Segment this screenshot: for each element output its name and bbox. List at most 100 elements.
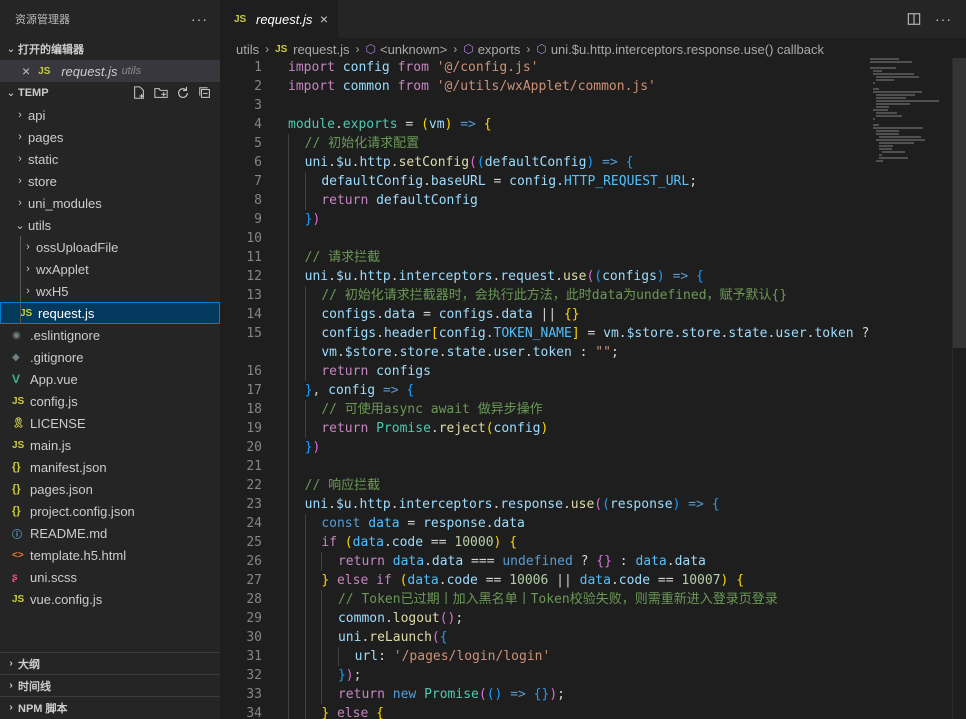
tree-item[interactable]: › uni_modules <box>0 192 220 214</box>
more-actions-icon[interactable]: ··· <box>935 11 952 27</box>
code-line: 9 }) <box>220 210 870 229</box>
scrollbar-thumb[interactable] <box>953 58 966 348</box>
code-content: uni.$u.http.interceptors.request.use((co… <box>288 267 704 286</box>
breadcrumb-file[interactable]: request.js <box>293 42 349 57</box>
tree-item[interactable]: JS vue.config.js <box>0 588 220 610</box>
code-content: }, config => { <box>288 381 414 400</box>
minimap-line <box>876 94 915 96</box>
tree-item[interactable]: {} project.config.json <box>0 500 220 522</box>
code-line: 11 // 请求拦截 <box>220 248 870 267</box>
chevron-right-icon: › <box>18 153 22 165</box>
split-editor-icon[interactable] <box>907 12 921 26</box>
js-file-icon: JS <box>12 395 25 407</box>
git-file-icon: ◆ <box>12 351 20 363</box>
tree-item[interactable]: › store <box>0 170 220 192</box>
open-editors-section[interactable]: ⌄ 打开的编辑器 <box>0 38 220 60</box>
module-cube-icon: ⬡ <box>536 42 547 56</box>
code-line: 13 // 初始化请求拦截器时，会执行此方法，此时data为undefined，… <box>220 286 870 305</box>
tree-item[interactable]: › wxH5 <box>0 280 220 302</box>
chevron-right-icon: › <box>9 658 13 669</box>
minimap-line <box>879 145 894 147</box>
outline-label: 大纲 <box>18 658 40 671</box>
line-number: 10 <box>246 231 262 246</box>
tree-item[interactable]: ◆ .gitignore <box>0 346 220 368</box>
code-line: 18 // 可使用async await 做异步操作 <box>220 400 870 419</box>
close-icon[interactable]: × <box>320 11 328 27</box>
code-line: 24 const data = response.data <box>220 514 870 533</box>
line-number: 34 <box>246 706 262 719</box>
json-file-icon: {} <box>12 483 21 495</box>
code-content: const data = response.data <box>288 514 525 533</box>
code-line: 29 common.logout(); <box>220 609 870 628</box>
code-content: }) <box>288 210 320 229</box>
tree-item[interactable]: {} manifest.json <box>0 456 220 478</box>
npm-scripts-section[interactable]: › NPM 脚本 <box>0 696 220 718</box>
chevron-right-icon: › <box>26 263 30 275</box>
line-number: 11 <box>246 250 262 265</box>
tree-item[interactable]: {} pages.json <box>0 478 220 500</box>
indent-guide <box>20 302 21 324</box>
tree-item[interactable]: › api <box>0 104 220 126</box>
tab-request-js[interactable]: JS request.js × <box>220 0 338 38</box>
explorer-header: 资源管理器 ··· <box>0 0 220 38</box>
tree-item[interactable]: 🎗 LICENSE <box>0 412 220 434</box>
line-number: 18 <box>246 402 262 417</box>
license-file-icon: 🎗 <box>12 417 25 429</box>
code-content: } else { <box>288 704 384 719</box>
timeline-section[interactable]: › 时间线 <box>0 674 220 696</box>
code-editor[interactable]: 1 import config from '@/config.js' 2 import… <box>220 58 966 719</box>
chevron-down-icon: ⌄ <box>15 219 25 232</box>
breadcrumb-symbol-exports[interactable]: exports <box>478 42 521 57</box>
code-line: 2 import common from '@/utils/wxApplet/co… <box>220 77 870 96</box>
tree-item[interactable]: › pages <box>0 126 220 148</box>
tree-item-label: .gitignore <box>30 349 84 365</box>
line-number: 7 <box>254 174 262 189</box>
new-folder-icon[interactable] <box>154 86 168 100</box>
line-number: 31 <box>246 649 262 664</box>
refresh-icon[interactable] <box>176 86 190 100</box>
json-file-icon: {} <box>12 505 21 517</box>
tree-item[interactable]: › wxApplet <box>0 258 220 280</box>
tab-bar: JS request.js × ··· <box>220 0 966 38</box>
tree-item[interactable]: <> template.h5.html <box>0 544 220 566</box>
code-content: return Promise.reject(config) <box>288 419 548 438</box>
minimap-line <box>879 136 922 138</box>
chevron-right-icon: › <box>265 42 270 56</box>
tree-item[interactable]: JS request.js <box>0 302 220 324</box>
tree-item[interactable]: ◉ .eslintignore <box>0 324 220 346</box>
breadcrumb-symbol-unknown[interactable]: <unknown> <box>380 42 447 57</box>
code-content: // 可使用async await 做异步操作 <box>288 400 543 419</box>
tree-item[interactable]: V App.vue <box>0 368 220 390</box>
chevron-down-icon: ⌄ <box>6 87 16 99</box>
collapse-all-icon[interactable] <box>198 86 212 100</box>
code-line: 1 import config from '@/config.js' <box>220 58 870 77</box>
tree-item[interactable]: ⌄ utils <box>0 214 220 236</box>
line-number: 12 <box>246 269 262 284</box>
tree-item[interactable]: JS main.js <box>0 434 220 456</box>
breadcrumb-folder[interactable]: utils <box>236 42 259 57</box>
code-content: // 请求拦截 <box>288 248 380 267</box>
tree-item-label: README.md <box>30 525 108 541</box>
indent-guide <box>20 280 21 302</box>
code-content: uni.reLaunch({ <box>288 628 448 647</box>
open-editor-dir: utils <box>121 65 142 77</box>
chevron-right-icon: › <box>18 175 22 187</box>
close-icon[interactable]: × <box>22 63 30 79</box>
minimap[interactable] <box>870 58 950 168</box>
tree-item[interactable]: › static <box>0 148 220 170</box>
vertical-scrollbar[interactable] <box>952 58 966 719</box>
tree-item[interactable]: ʂ uni.scss <box>0 566 220 588</box>
open-editor-item[interactable]: × JS request.js utils <box>0 60 220 82</box>
breadcrumb-symbol-callback[interactable]: uni.$u.http.interceptors.response.use() … <box>551 42 824 57</box>
minimap-line <box>876 97 906 99</box>
open-editors-label: 打开的编辑器 <box>18 44 84 56</box>
minimap-line <box>879 142 915 144</box>
tree-item[interactable]: JS config.js <box>0 390 220 412</box>
new-file-icon[interactable] <box>132 86 146 100</box>
more-actions-icon[interactable]: ··· <box>191 12 208 26</box>
outline-section[interactable]: › 大纲 <box>0 652 220 674</box>
tree-item[interactable]: › ossUploadFile <box>0 236 220 258</box>
tree-item[interactable]: ⓘ README.md <box>0 522 220 544</box>
code-line: 33 return new Promise(() => {}); <box>220 685 870 704</box>
workspace-section[interactable]: ⌄ TEMP <box>0 82 220 104</box>
